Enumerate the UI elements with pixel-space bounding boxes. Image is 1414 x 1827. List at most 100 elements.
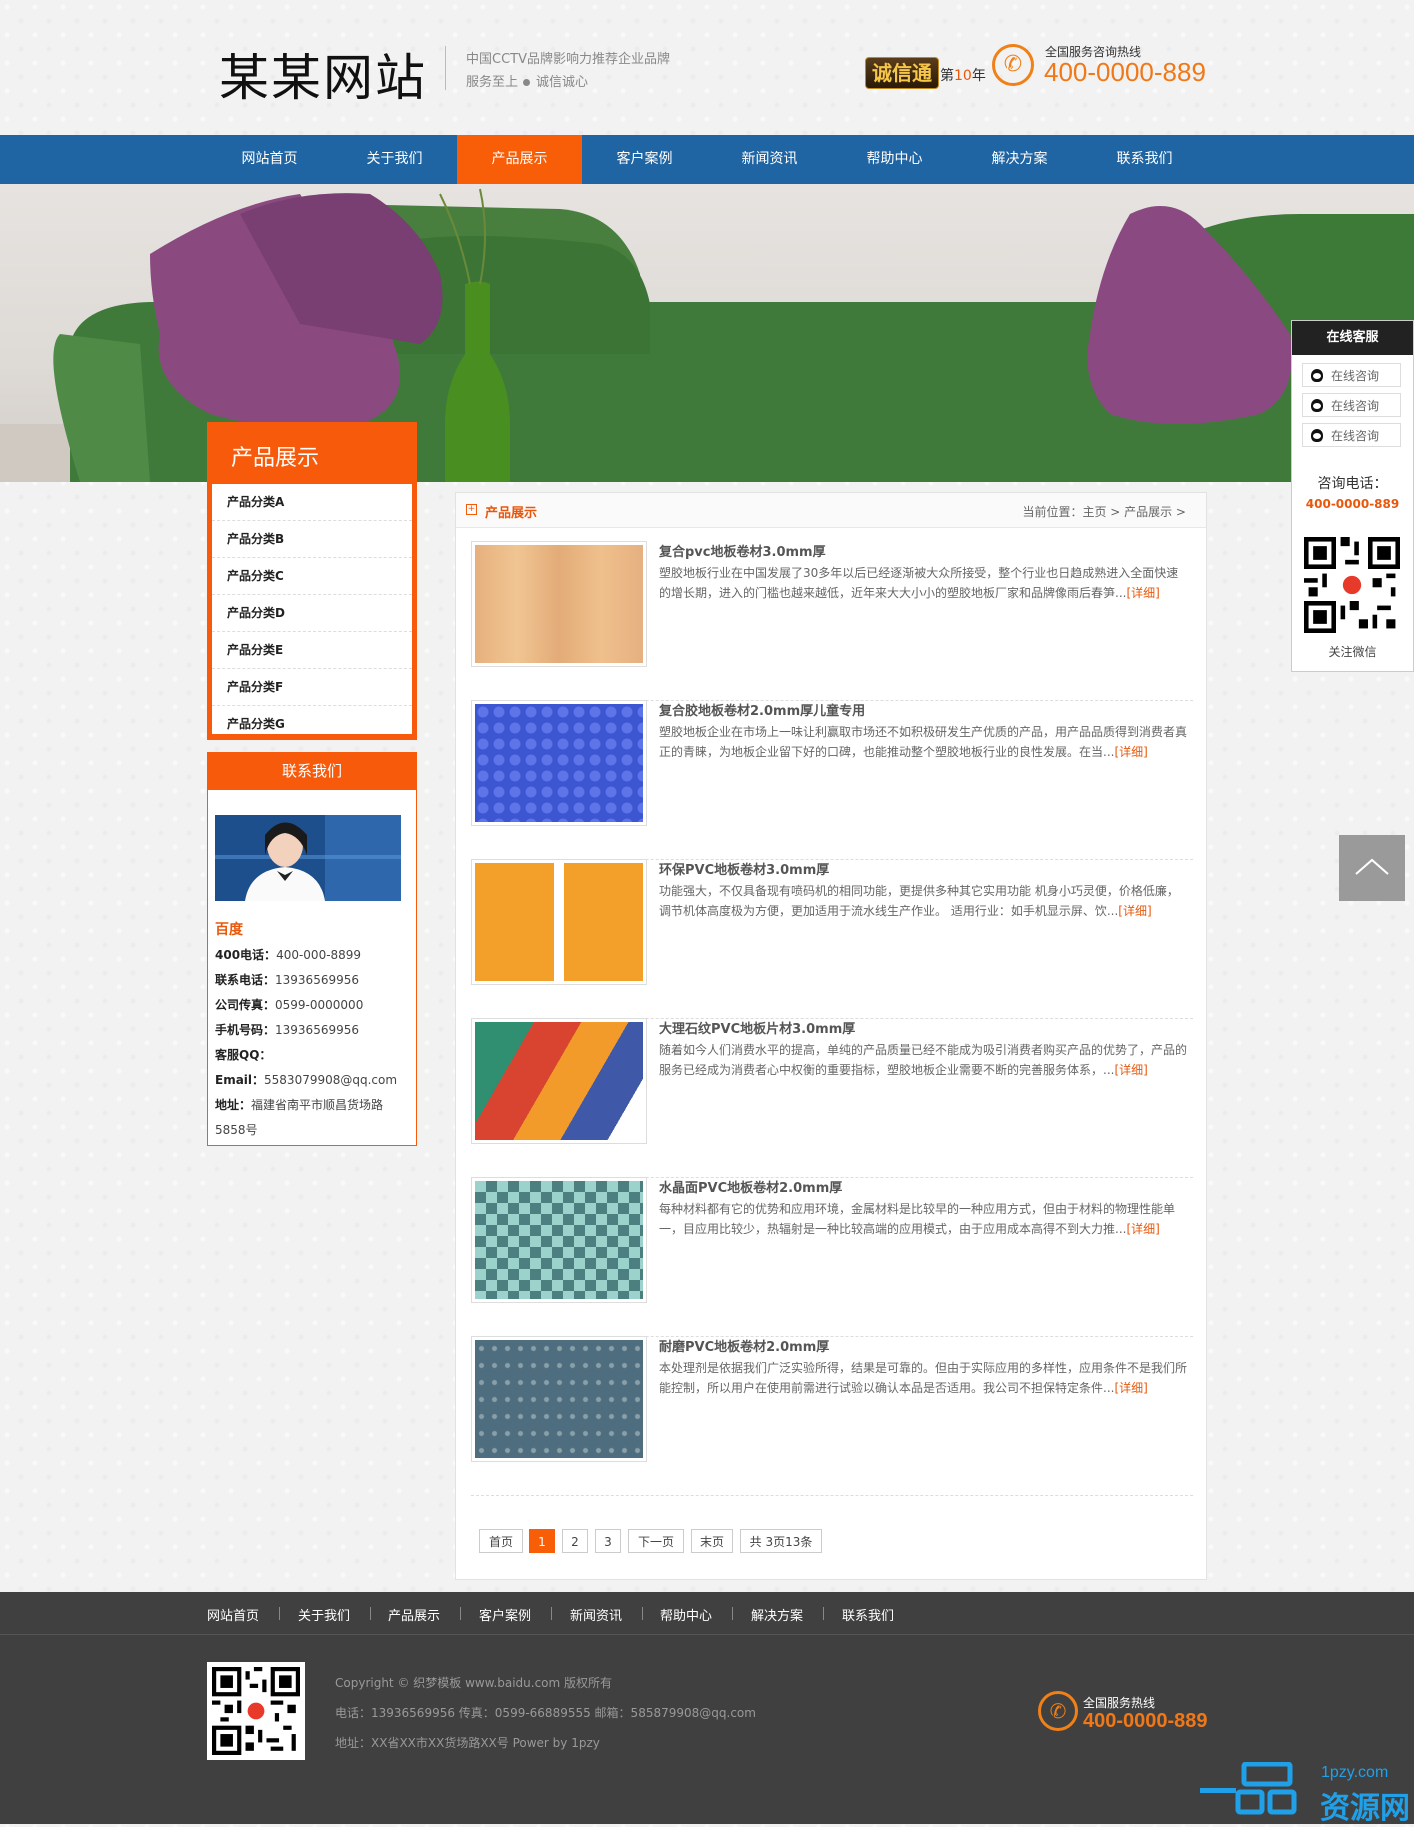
product-more-link[interactable]: [详细] <box>1126 1222 1159 1236</box>
product-item: 耐磨PVC地板卷材2.0mm厚 本处理剂是依据我们广泛实验所得，结果是可靠的。但… <box>471 1336 1193 1496</box>
product-more-link[interactable]: [详细] <box>1118 904 1151 918</box>
product-thumbnail[interactable] <box>471 700 647 826</box>
product-more-link[interactable]: [详细] <box>1114 1381 1147 1395</box>
product-title[interactable]: 复合胶地板卷材2.0mm厚儿童专用 <box>659 700 865 719</box>
nav-item-news[interactable]: 新闻资讯 <box>707 135 832 184</box>
product-item: 环保PVC地板卷材3.0mm厚 功能强大，不仅具备现有喷码机的相同功能，更提供多… <box>471 859 1193 1019</box>
watermark-name: 资源网 <box>1320 1791 1410 1826</box>
sidebar-products-title: 产品展示 <box>231 446 320 471</box>
site-logo[interactable]: 某某网站 <box>219 38 427 110</box>
footer-link-cases[interactable]: 客户案例 <box>479 1605 531 1624</box>
product-title[interactable]: 大理石纹PVC地板片材3.0mm厚 <box>659 1018 855 1037</box>
qq-icon <box>1311 429 1323 442</box>
product-thumbnail[interactable] <box>471 541 647 667</box>
product-list-panel: + 产品展示 当前位置：主页 > 产品展示 > 复合pvc地板卷材3.0mm厚 … <box>455 492 1207 1580</box>
bullet-dot <box>523 78 531 86</box>
credit-badge: 诚信通 <box>865 57 939 89</box>
contact-line-phone: 联系电话：13936569956 <box>215 973 359 987</box>
product-thumbnail[interactable] <box>471 1336 647 1462</box>
slogan-line2: 服务至上 诚信诚心 <box>466 71 588 90</box>
breadcrumb[interactable]: 当前位置：主页 > 产品展示 > <box>1022 503 1186 520</box>
nav-item-about[interactable]: 关于我们 <box>332 135 457 184</box>
logo-divider <box>445 46 446 90</box>
product-more-link[interactable]: [详细] <box>1114 745 1147 759</box>
product-more-link[interactable]: [详细] <box>1126 586 1159 600</box>
footer-separator <box>370 1607 371 1620</box>
back-to-top-button[interactable] <box>1339 835 1405 901</box>
online-service-panel: 在线客服 在线咨询 在线咨询 在线咨询 咨询电话： 400-0000-889 关… <box>1291 320 1414 672</box>
consult-phone-label: 咨询电话： <box>1317 476 1388 492</box>
footer-link-contact[interactable]: 联系我们 <box>842 1605 894 1624</box>
product-title[interactable]: 耐磨PVC地板卷材2.0mm厚 <box>659 1336 829 1355</box>
footer-link-about[interactable]: 关于我们 <box>298 1605 350 1624</box>
nav-item-contact[interactable]: 联系我们 <box>1082 135 1207 184</box>
footer-hotline-number: 400-0000-889 <box>1083 1710 1208 1732</box>
pagination-page-2[interactable]: 2 <box>562 1529 588 1553</box>
nav-item-solutions[interactable]: 解决方案 <box>957 135 1082 184</box>
watermark-domain: 1pzy.com <box>1321 1764 1389 1781</box>
product-title[interactable]: 水晶面PVC地板卷材2.0mm厚 <box>659 1177 842 1196</box>
contact-line-400: 400电话：400-000-8899 <box>215 948 362 962</box>
contact-title: 联系我们 <box>208 753 416 790</box>
category-list: 产品分类A 产品分类B 产品分类C 产品分类D 产品分类E 产品分类F 产品分类… <box>212 484 412 734</box>
wechat-qr-code <box>1304 537 1400 633</box>
contact-photo <box>215 815 401 901</box>
pagination-next[interactable]: 下一页 <box>628 1529 684 1553</box>
footer-link-solutions[interactable]: 解决方案 <box>751 1605 803 1624</box>
qq-consult-button-1[interactable]: 在线咨询 <box>1302 363 1401 387</box>
footer-separator <box>732 1607 733 1620</box>
qq-consult-button-2[interactable]: 在线咨询 <box>1302 393 1401 417</box>
category-item-d[interactable]: 产品分类D <box>212 595 412 632</box>
footer-link-home[interactable]: 网站首页 <box>207 1605 259 1624</box>
nav-item-home[interactable]: 网站首页 <box>207 135 332 184</box>
nav-item-cases[interactable]: 客户案例 <box>582 135 707 184</box>
footer-separator <box>823 1607 824 1620</box>
category-item-e[interactable]: 产品分类E <box>212 632 412 669</box>
product-item: 大理石纹PVC地板片材3.0mm厚 随着如今人们消费水平的提高，单纯的产品质量已… <box>471 1018 1193 1178</box>
footer-separator <box>642 1607 643 1620</box>
product-title[interactable]: 环保PVC地板卷材3.0mm厚 <box>659 859 829 878</box>
contact-line-email: Email：5583079908@qq.com <box>215 1073 398 1087</box>
category-item-g[interactable]: 产品分类G <box>212 706 412 742</box>
footer-link-news[interactable]: 新闻资讯 <box>570 1605 622 1624</box>
product-thumbnail[interactable] <box>471 1177 647 1303</box>
footer-links: 网站首页 关于我们 产品展示 客户案例 新闻资讯 帮助中心 解决方案 联系我们 <box>0 1592 1414 1635</box>
product-description: 功能强大，不仅具备现有喷码机的相同功能，更提供多种其它实用功能 机身小巧灵便，价… <box>659 884 1179 918</box>
qq-icon <box>1311 399 1323 412</box>
footer-address-line: 地址：XX省XX市XX货场路XX号 Power by 1pzy <box>335 1736 600 1750</box>
pagination-page-1[interactable]: 1 <box>529 1529 555 1553</box>
nav-item-help[interactable]: 帮助中心 <box>832 135 957 184</box>
footer-link-products[interactable]: 产品展示 <box>388 1605 440 1624</box>
contact-box: 联系我们 百度 400电话：400-000-8899 联系电话：13936569… <box>207 752 417 1146</box>
category-item-c[interactable]: 产品分类C <box>212 558 412 595</box>
contact-line-qq: 客服QQ： <box>215 1048 272 1062</box>
product-description: 本处理剂是依据我们广泛实验所得，结果是可靠的。但由于实际应用的多样性，应用条件不… <box>659 1361 1188 1395</box>
nav-item-products[interactable]: 产品展示 <box>457 135 582 184</box>
product-more-link[interactable]: [详细] <box>1114 1063 1147 1077</box>
pagination-first[interactable]: 首页 <box>479 1529 523 1553</box>
chevron-up-icon <box>1355 858 1389 875</box>
plus-square-icon: + <box>466 504 477 515</box>
footer-separator <box>551 1607 552 1620</box>
product-title[interactable]: 复合pvc地板卷材3.0mm厚 <box>659 541 826 560</box>
pagination-last[interactable]: 末页 <box>691 1529 733 1553</box>
phone-icon: ✆ <box>992 44 1034 86</box>
contact-line-mobile: 手机号码：13936569956 <box>215 1023 359 1037</box>
watermark-logo-icon <box>1200 1762 1297 1815</box>
category-item-b[interactable]: 产品分类B <box>212 521 412 558</box>
qq-consult-button-3[interactable]: 在线咨询 <box>1302 423 1401 447</box>
year-suffix: 年 <box>971 68 986 84</box>
pagination-summary: 共 3页13条 <box>740 1529 822 1553</box>
contact-line-fax: 公司传真：0599-0000000 <box>215 998 364 1012</box>
qq-icon <box>1311 369 1323 382</box>
contact-company: 百度 <box>215 922 243 938</box>
footer-hotline-label: 全国服务热线 <box>1083 1696 1156 1710</box>
pagination-page-3[interactable]: 3 <box>595 1529 621 1553</box>
slogan-part-b: 诚信诚心 <box>536 75 589 90</box>
footer-link-help[interactable]: 帮助中心 <box>660 1605 712 1624</box>
product-thumbnail[interactable] <box>471 859 647 985</box>
product-thumbnail[interactable] <box>471 1018 647 1144</box>
footer-phone-icon: ✆ <box>1038 1691 1078 1731</box>
category-item-a[interactable]: 产品分类A <box>212 484 412 521</box>
category-item-f[interactable]: 产品分类F <box>212 669 412 706</box>
